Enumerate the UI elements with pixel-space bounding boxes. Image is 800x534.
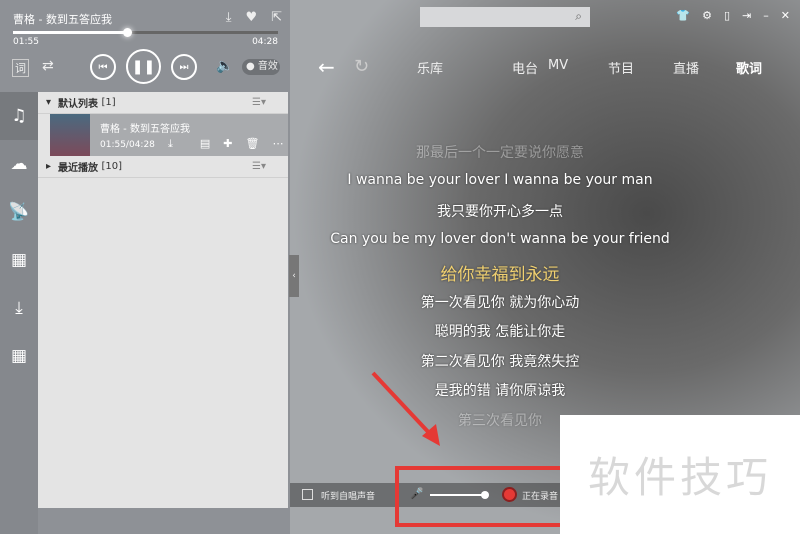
playlist: ▾ 默认列表 [1] ☰▾ 曹格 - 数到五答应我 01:55/04:28 ⤓ ▤ ✚… (38, 92, 288, 508)
radio-icon[interactable]: 📡 (0, 188, 38, 236)
sound-effect-label: 音效 (257, 61, 278, 72)
settings-icon[interactable]: ⚙ (702, 9, 712, 22)
group-count: [1] (101, 97, 116, 108)
lyric-line: 是我的错 请你原谅我 (434, 383, 566, 399)
tab-2[interactable]: MV (548, 58, 568, 73)
search-input[interactable]: ⌕ (420, 7, 590, 27)
skin-icon[interactable]: 👕 (676, 9, 690, 22)
tab-3[interactable]: 节目 (608, 58, 634, 77)
apps-icon[interactable]: ▦ (0, 332, 38, 380)
mv-icon[interactable]: ▤ (200, 137, 210, 151)
lyric-line: 第二次看见你 我竟然失控 (420, 353, 580, 370)
lyric-line: 第一次看见你 就为你心动 (420, 294, 580, 311)
download-icon[interactable]: ⤓ (168, 137, 173, 151)
volume-icon[interactable]: 🔈 (216, 58, 233, 74)
song-name: 曹格 - 数到五答应我 (100, 124, 190, 135)
share-icon[interactable]: ⇱ (271, 10, 282, 25)
progress-bar[interactable] (13, 28, 278, 37)
mobile-icon[interactable]: ▯ (724, 9, 730, 22)
tab-5[interactable]: 歌词 (736, 58, 762, 77)
playlist-group-recent[interactable]: ▸ 最近播放 [10] ☰▾ (38, 156, 288, 178)
playlist-group-default[interactable]: ▾ 默认列表 [1] ☰▾ (38, 92, 288, 114)
sound-effect-toggle[interactable]: ● 音效 (242, 59, 280, 75)
watermark: 软件技巧 (560, 415, 800, 534)
refresh-icon[interactable]: ↻ (354, 56, 369, 77)
next-button[interactable]: ⏭ (171, 54, 197, 80)
song-time: 01:55/04:28 (100, 140, 155, 150)
lyric-line: I wanna be your lover I wanna be your ma… (347, 171, 653, 188)
download-icon[interactable]: ⤓ (226, 10, 232, 25)
album-cover (50, 114, 90, 156)
annotation-box (395, 466, 565, 527)
tab-0[interactable]: 乐库 (417, 58, 443, 77)
lyric-line: 聪明的我 怎能让你走 (434, 324, 566, 340)
pause-button[interactable]: ❚❚ (126, 49, 161, 84)
close-icon[interactable]: ✕ (781, 9, 790, 22)
back-icon[interactable]: ← (318, 55, 335, 79)
search-icon[interactable]: ⌕ (575, 9, 582, 24)
previous-button[interactable]: ⏮ (90, 54, 116, 80)
more-icon[interactable]: ⋯ (272, 137, 283, 151)
lyric-line: 那最后一个一定要说你愿意 (416, 145, 584, 161)
collapse-panel-button[interactable]: ‹ (289, 255, 299, 297)
group-count: [10] (101, 161, 122, 172)
group-name: 默认列表 (57, 99, 98, 110)
lyric-toggle-button[interactable]: 词 (12, 59, 29, 77)
cloud-icon[interactable]: ☁ (0, 140, 38, 188)
tab-1[interactable]: 电台 (512, 58, 538, 77)
lyric-line: 我只要你开心多一点 (437, 204, 563, 220)
progress-knob[interactable] (122, 28, 132, 37)
add-icon[interactable]: ✚ (223, 137, 232, 151)
now-playing-title: 曹格 - 数到五答应我 (13, 13, 112, 26)
player-panel: 曹格 - 数到五答应我 ⤓ ♥ ⇱ 01:55 04:28 词 ⇄ ⏮ ❚❚ ⏭ 🔈… (0, 0, 290, 534)
heart-icon[interactable]: ♥ (245, 10, 257, 25)
annotation-arrow (371, 371, 440, 446)
elapsed-time: 01:55 (13, 37, 39, 47)
mini-mode-icon[interactable]: ⇥ (742, 9, 751, 22)
hear-self-label: 听到自唱声音 (321, 492, 376, 502)
menu-icon[interactable]: ☰▾ (252, 97, 266, 108)
group-name: 最近播放 (57, 163, 98, 174)
minimize-icon[interactable]: – (763, 9, 769, 22)
sidebar: ♫ ☁ 📡 ▦ ⤓ ▦ (0, 92, 38, 534)
repeat-icon[interactable]: ⇄ (42, 58, 54, 74)
lyric-line: 给你幸福到永远 (440, 265, 560, 285)
download-manager-icon[interactable]: ⤓ (0, 284, 38, 332)
total-time: 04:28 (252, 37, 278, 47)
menu-icon[interactable]: ☰▾ (252, 161, 266, 172)
delete-icon[interactable]: 🗑 (246, 137, 260, 151)
tab-4[interactable]: 直播 (673, 58, 699, 77)
calendar-icon[interactable]: ▦ (0, 236, 38, 284)
song-row[interactable]: 曹格 - 数到五答应我 01:55/04:28 ⤓ ▤ ✚ 🗑 ⋯ (50, 114, 288, 156)
hear-self-checkbox[interactable] (302, 489, 313, 500)
lyric-line: Can you be my lover don't wanna be your … (330, 230, 670, 247)
music-icon[interactable]: ♫ (0, 92, 38, 140)
